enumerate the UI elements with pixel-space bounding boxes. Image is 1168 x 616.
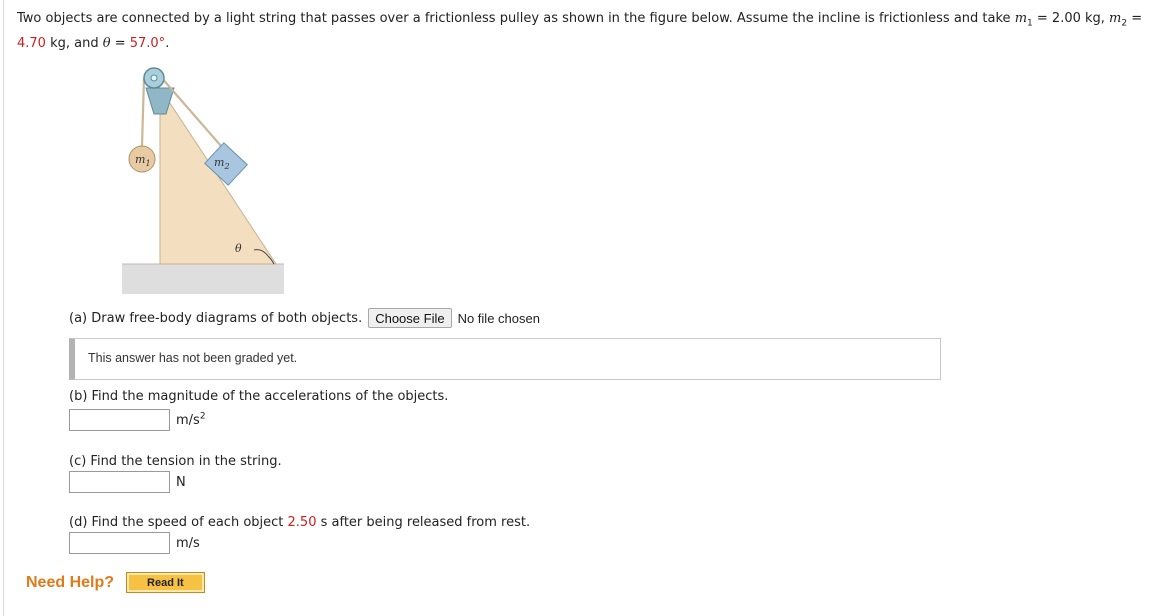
- theta-figure-label: θ: [235, 242, 242, 255]
- m2-symbol: m: [1109, 11, 1122, 26]
- speed-unit: m/s: [176, 535, 200, 551]
- part-b-question: (b) Find the magnitude of the accelerati…: [69, 389, 449, 404]
- part-a-question: (a) Draw free-body diagrams of both obje…: [69, 310, 363, 326]
- need-help-label: Need Help?: [26, 573, 115, 591]
- problem-intro: Two objects are connected by a light str…: [17, 11, 1015, 26]
- m1-figure-subscript: 1: [145, 159, 150, 168]
- read-it-button[interactable]: Read It: [126, 572, 205, 593]
- pulley-axle: [150, 74, 158, 82]
- separator: ,: [1100, 11, 1110, 26]
- equals-sign: =: [110, 36, 130, 51]
- speed-input[interactable]: [69, 532, 170, 554]
- tension-input[interactable]: [69, 471, 170, 493]
- graded-notice: This answer has not been graded yet.: [69, 338, 941, 380]
- ground-surface: [122, 264, 284, 294]
- m2-figure-label: m: [214, 156, 224, 169]
- left-border: [3, 0, 4, 616]
- graded-note-text: This answer has not been graded yet.: [88, 351, 298, 365]
- m2-unit: kg: [45, 36, 66, 51]
- part-c-answer-row: N: [69, 471, 186, 493]
- part-a: (a) Draw free-body diagrams of both obje…: [69, 308, 540, 328]
- m2-value: 4.70: [17, 36, 46, 51]
- m1-symbol: m: [1014, 11, 1028, 26]
- unit-exponent: 2: [199, 411, 206, 422]
- choose-file-button[interactable]: Choose File: [368, 308, 452, 328]
- acceleration-unit: m/s2: [176, 411, 206, 428]
- theta-value: 57.0°: [129, 36, 166, 51]
- m2-figure-subscript: 2: [223, 162, 229, 171]
- file-status: No file chosen: [457, 310, 540, 326]
- m1-value: 2.00 kg: [1051, 11, 1101, 26]
- part-d-answer-row: m/s: [69, 532, 200, 554]
- string-to-m1: [140, 77, 146, 147]
- part-d-question-pre: (d) Find the speed of each object: [69, 515, 288, 530]
- acceleration-input[interactable]: [69, 409, 170, 431]
- unit-base: m/s: [176, 412, 200, 428]
- m1-figure-label: m: [135, 153, 145, 166]
- separator: , and: [65, 36, 103, 51]
- period: .: [165, 36, 170, 51]
- equals-sign: =: [1127, 11, 1143, 26]
- part-d-question: (d) Find the speed of each object 2.50 s…: [69, 515, 530, 530]
- need-help-section: Need Help? Read It: [26, 572, 205, 593]
- part-c-question: (c) Find the tension in the string.: [69, 454, 282, 469]
- problem-statement: Two objects are connected by a light str…: [17, 6, 1163, 56]
- theta-symbol: θ: [102, 36, 111, 51]
- time-value: 2.50: [287, 515, 317, 530]
- incline-pulley-figure: m1 m2 θ: [122, 67, 284, 294]
- tension-unit: N: [176, 474, 186, 490]
- part-b-answer-row: m/s2: [69, 409, 206, 431]
- part-d-question-post: s after being released from rest.: [316, 515, 531, 530]
- equals-sign: =: [1032, 11, 1052, 26]
